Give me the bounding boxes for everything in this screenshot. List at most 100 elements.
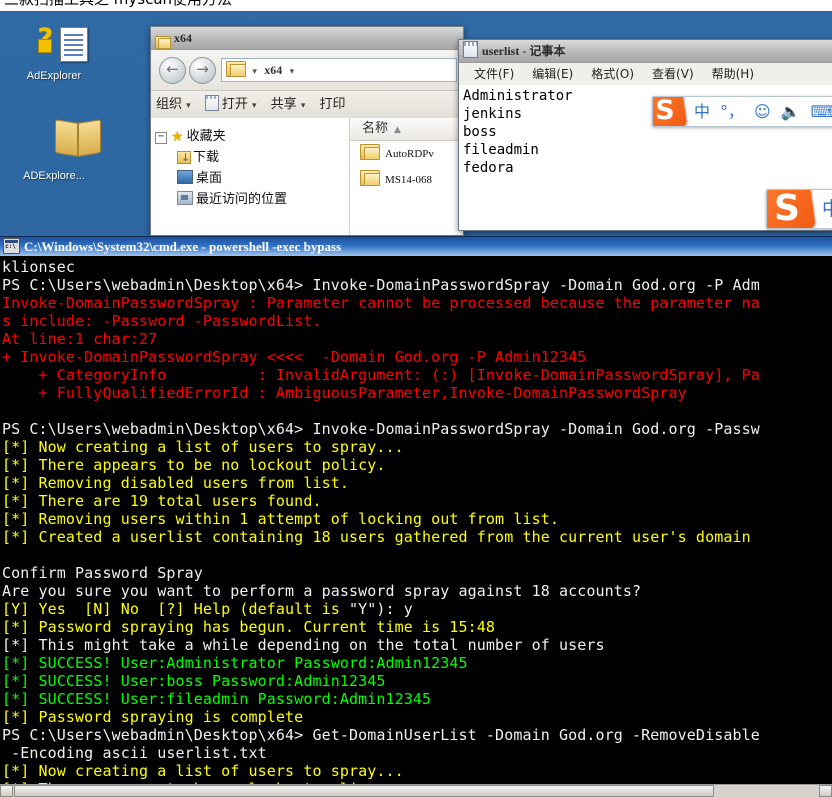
explorer-navigation-bar: ← → ▾ x64 ▾ bbox=[151, 50, 463, 91]
console-title-bar[interactable]: C:\Windows\System32\cmd.exe - powershell… bbox=[0, 237, 832, 256]
toolbar-item-print[interactable]: 打印 bbox=[314, 91, 350, 119]
file-list-row[interactable]: AutoRDPv bbox=[350, 141, 463, 167]
tree-item-recent-places[interactable]: 最近访问的位置 bbox=[151, 189, 349, 210]
scroll-left-arrow-icon[interactable] bbox=[0, 785, 13, 797]
explorer-title-bar[interactable]: x64 bbox=[151, 27, 463, 50]
tree-item-label: 下载 bbox=[193, 150, 220, 165]
scrollbar-thumb[interactable] bbox=[14, 785, 714, 797]
breadcrumb[interactable]: x64 bbox=[264, 63, 282, 77]
book-icon bbox=[2, 119, 106, 167]
sort-ascending-icon: ▲ bbox=[394, 125, 401, 135]
console-line: [*] There appears to be no lockout polic… bbox=[2, 456, 386, 474]
console-line: [*] SUCCESS! User:fileadmin Password:Adm… bbox=[2, 690, 432, 708]
menu-item-format[interactable]: 格式(O) bbox=[582, 63, 643, 85]
console-line: PS C:\Users\webadmin\Desktop\x64> Get-Do… bbox=[2, 726, 760, 744]
desktop-icon-label: AdExplorer bbox=[26, 70, 82, 82]
column-header-label: 名称 bbox=[362, 121, 389, 136]
console-line: [*] Removing users within 1 attempt of l… bbox=[2, 510, 559, 528]
explorer-navigation-pane[interactable]: − ★ 收藏夹 ↓ 下载 桌面 最近访问的位置 bbox=[151, 118, 350, 235]
console-line: PS C:\Users\webadmin\Desktop\x64> Invoke… bbox=[2, 276, 760, 294]
sogou-ime-toolbar-large[interactable]: S 中 bbox=[766, 189, 832, 229]
console-line: [*] Now creating a list of users to spra… bbox=[2, 762, 404, 780]
console-line: [*] Now creating a list of users to spra… bbox=[2, 438, 404, 456]
notepad-line: fedora bbox=[463, 160, 514, 176]
chevron-down-icon[interactable]: ▾ bbox=[301, 101, 306, 111]
console-line: [*] Removing disabled users from list. bbox=[2, 474, 349, 492]
toolbar-label: 打印 bbox=[319, 97, 346, 112]
chinese-mode-icon[interactable]: 中 bbox=[822, 190, 832, 228]
sogou-ime-toolbar[interactable]: S 中 °， ☺ 🔈 ⌨ bbox=[652, 96, 832, 127]
notepad-title-bar[interactable]: userlist - 记事本 bbox=[459, 40, 832, 63]
explorer-toolbar: 组织 ▾ 打开 ▾ 共享 ▾ 打印 bbox=[151, 91, 463, 120]
arrow-left-icon[interactable]: ← bbox=[159, 57, 186, 84]
chevron-down-icon[interactable]: ▾ bbox=[252, 101, 257, 111]
toolbar-label: 共享 bbox=[270, 97, 297, 112]
console-line: [*] Password spraying is complete bbox=[2, 708, 304, 726]
notepad-icon bbox=[463, 41, 478, 58]
toolbar-item-open[interactable]: 打开 ▾ bbox=[200, 91, 262, 119]
punctuation-icon[interactable]: °， bbox=[720, 97, 744, 126]
toolbar-item-organize[interactable]: 组织 ▾ bbox=[151, 91, 196, 119]
tree-item-favorites[interactable]: − ★ 收藏夹 bbox=[151, 126, 349, 147]
sogou-logo-icon[interactable]: S bbox=[653, 97, 688, 126]
folder-icon bbox=[360, 143, 380, 160]
scroll-right-arrow-icon[interactable] bbox=[819, 785, 832, 797]
chinese-mode-icon[interactable]: 中 bbox=[694, 97, 710, 126]
explorer-body: − ★ 收藏夹 ↓ 下载 桌面 最近访问的位置 名称 ▲ AutoRDPv MS… bbox=[151, 118, 463, 235]
clipped-page-text-strip: 三款扫描工具之 myscan使用方法 bbox=[0, 0, 832, 11]
desktop-icon-adexplore-help[interactable]: ADExplore... bbox=[2, 119, 106, 183]
console-line: -Encoding ascii userlist.txt bbox=[2, 744, 267, 762]
notepad-menu-bar: 文件(F) 编辑(E) 格式(O) 查看(V) 帮助(H) bbox=[459, 63, 832, 86]
chevron-down-icon[interactable]: ▾ bbox=[186, 101, 191, 111]
toolbar-item-share[interactable]: 共享 ▾ bbox=[266, 91, 311, 119]
console-line: [*] There are 19 total users found. bbox=[2, 492, 322, 510]
arrow-right-icon[interactable]: → bbox=[189, 57, 216, 84]
clipped-text: 三款扫描工具之 myscan使用方法 bbox=[4, 0, 232, 9]
console-line: [*] Created a userlist containing 18 use… bbox=[2, 528, 751, 546]
console-horizontal-scrollbar[interactable] bbox=[0, 784, 832, 798]
folder-icon bbox=[155, 30, 171, 49]
menu-item-file[interactable]: 文件(F) bbox=[465, 63, 523, 85]
file-name: AutoRDPv bbox=[385, 148, 434, 160]
emoji-icon[interactable]: ☺ bbox=[754, 97, 771, 126]
desktop-icon-adexplorer[interactable]: ? AdExplorer bbox=[2, 19, 106, 83]
console-line: Are you sure you want to perform a passw… bbox=[2, 582, 642, 600]
chevron-down-icon[interactable]: ▾ bbox=[252, 66, 257, 76]
column-header-name[interactable]: 名称 ▲ bbox=[350, 118, 463, 141]
menu-item-edit[interactable]: 编辑(E) bbox=[523, 63, 582, 85]
command-prompt-window[interactable]: C:\Windows\System32\cmd.exe - powershell… bbox=[0, 236, 832, 798]
console-line: + CategoryInfo : InvalidArgument: (:) [I… bbox=[2, 366, 760, 384]
tree-item-downloads[interactable]: ↓ 下载 bbox=[151, 147, 349, 168]
explorer-file-list[interactable]: 名称 ▲ AutoRDPv MS14-068 bbox=[350, 118, 463, 235]
console-line: [*] SUCCESS! User:Administrator Password… bbox=[2, 654, 468, 672]
menu-item-help[interactable]: 帮助(H) bbox=[703, 63, 763, 85]
console-title-text: C:\Windows\System32\cmd.exe - powershell… bbox=[24, 239, 342, 254]
tree-item-desktop[interactable]: 桌面 bbox=[151, 168, 349, 189]
address-bar[interactable]: ▾ x64 ▾ bbox=[221, 58, 457, 82]
notepad-icon bbox=[204, 95, 219, 111]
folder-icon bbox=[360, 169, 380, 186]
console-line: [*] SUCCESS! User:boss Password:Admin123… bbox=[2, 672, 386, 690]
console-output-area[interactable]: klionsec PS C:\Users\webadmin\Desktop\x64… bbox=[0, 256, 832, 785]
folder-icon bbox=[226, 61, 246, 77]
recent-places-icon bbox=[177, 191, 193, 205]
chevron-down-icon[interactable]: ▾ bbox=[290, 66, 295, 76]
star-icon: ★ bbox=[171, 129, 184, 145]
sogou-logo-icon[interactable]: S bbox=[767, 190, 817, 228]
tree-item-label: 最近访问的位置 bbox=[196, 192, 288, 207]
ime-items: 中 bbox=[817, 190, 832, 228]
file-list-row[interactable]: MS14-068 bbox=[350, 167, 463, 193]
toolbar-label: 组织 bbox=[156, 97, 183, 112]
soft-keyboard-icon[interactable]: ⌨ bbox=[811, 97, 832, 126]
console-line: + Invoke-DomainPasswordSpray <<<< -Domai… bbox=[2, 348, 587, 366]
console-line: Confirm Password Spray bbox=[2, 564, 203, 582]
explorer-window[interactable]: x64 ← → ▾ x64 ▾ 组织 ▾ 打开 ▾ 共享 ▾ 打印 − ★ 收藏… bbox=[150, 26, 464, 236]
microphone-icon[interactable]: 🔈 bbox=[781, 97, 801, 126]
file-name: MS14-068 bbox=[385, 174, 433, 186]
notepad-line: fileadmin bbox=[463, 142, 539, 158]
ime-items: 中 °， ☺ 🔈 ⌨ bbox=[689, 97, 832, 126]
menu-item-view[interactable]: 查看(V) bbox=[643, 63, 703, 85]
collapse-icon[interactable]: − bbox=[155, 132, 167, 144]
